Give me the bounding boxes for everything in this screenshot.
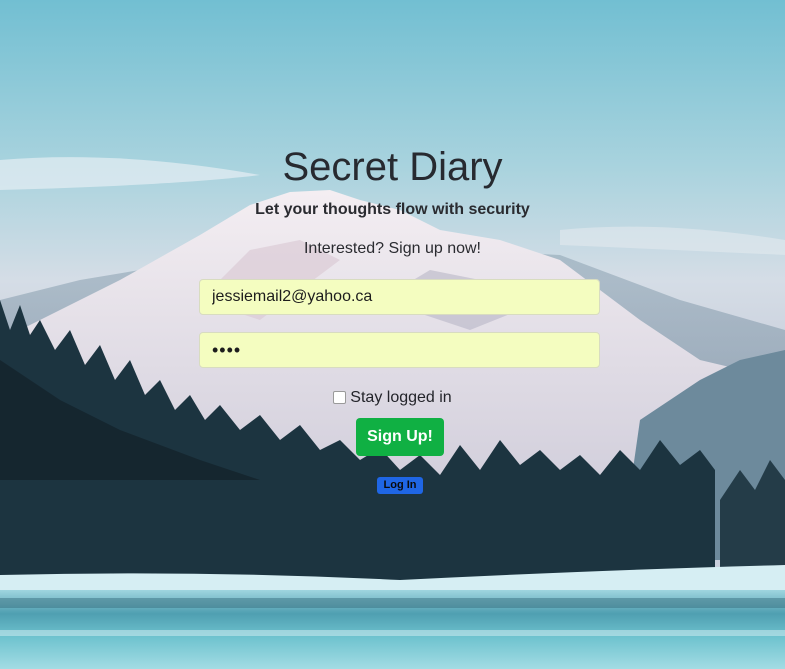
signup-form-container: Secret Diary Let your thoughts flow with…: [0, 0, 785, 669]
stay-logged-in-checkbox[interactable]: [333, 391, 347, 404]
signup-button[interactable]: Sign Up!: [356, 418, 444, 456]
email-input[interactable]: [199, 279, 600, 315]
signup-prompt: Interested? Sign up now!: [303, 240, 481, 257]
login-button[interactable]: Log In: [377, 477, 423, 494]
page-title: Secret Diary: [282, 145, 503, 189]
stay-logged-in-row: Stay logged in: [0, 388, 785, 408]
stay-logged-in-label: Stay logged in: [350, 389, 452, 406]
page: Secret Diary Let your thoughts flow with…: [0, 0, 785, 669]
password-input[interactable]: [199, 332, 600, 368]
tagline: Let your thoughts flow with security: [255, 201, 530, 218]
